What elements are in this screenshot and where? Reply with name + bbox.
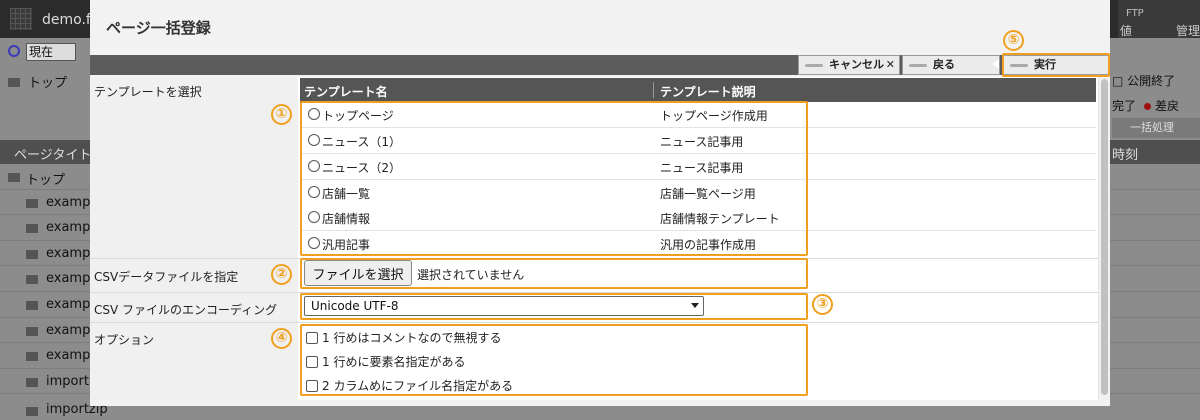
cancel-label: キャンセル [829,58,884,71]
ftp-area: FTP 値 管理 [1118,0,1200,38]
col-page-title[interactable]: ページタイト [14,144,91,163]
options-label: オプション [90,323,298,400]
annotation-number-2: ② [271,264,292,285]
list-item-label: exampl [46,271,94,287]
diff-label: 差戻 [1155,99,1180,113]
list-item-label: exampl [46,296,94,312]
back-button[interactable]: 戻る [902,55,1000,75]
folder-icon [26,352,38,362]
list-item-label: exampl [46,322,94,338]
list-item-label: exampl [46,348,94,364]
template-label: テンプレートを選択 [90,77,298,258]
dialog-title: ページ一括登録 [106,19,211,37]
annotation-number-5: ⑤ [1003,30,1024,51]
published-end-label: 公開終了 [1127,74,1176,88]
scrollbar-thumb[interactable] [1101,79,1108,395]
bulk-page-register-dialog: ページ一括登録 キャンセル ✕ 戻る 実行 テンプレートを選択 CSVデータファ… [90,0,1110,406]
list-item-label: import. [46,373,94,389]
encoding-label: CSV ファイルのエンコーディング [90,293,298,322]
annotation-frame-1 [300,101,808,256]
folder-icon [8,173,20,182]
folder-icon [26,326,38,336]
back-label: 戻る [933,58,955,71]
folder-icon [26,249,38,259]
app-logo-icon [10,8,32,30]
status-dot-icon [1144,103,1152,110]
back-arrow-icon [992,59,999,69]
folder-icon [26,407,38,416]
folder-icon [26,198,38,208]
button-handle-icon [805,64,823,67]
folder-icon [26,377,38,387]
list-item-label: exampl [46,220,94,236]
header-template-name: テンプレート名 [304,85,388,99]
annotation-number-4: ④ [271,328,292,349]
cancel-button[interactable]: キャンセル ✕ [798,55,900,75]
clock-icon [8,45,20,57]
close-icon: ✕ [885,58,895,71]
tree-top-label: トップ [28,76,68,91]
annotation-frame-5 [1002,53,1110,77]
list-item-label: exampl [46,245,94,261]
completed-label: 完了 [1112,99,1137,113]
annotation-number-3: ③ [812,294,833,315]
annotation-frame-3 [300,293,808,320]
folder-icon [26,275,38,285]
list-item-label: トップ [26,173,66,188]
site-name: demo.f [42,12,91,28]
published-end-filter[interactable]: □ 公開終了 [1112,72,1175,89]
status-legend: 完了 差戻 [1112,97,1179,114]
folder-icon [26,224,38,234]
header-divider [653,82,654,98]
tree-top-item[interactable]: トップ [8,72,67,91]
folder-icon [8,78,20,87]
bulk-process-button[interactable]: 一括処理 [1112,118,1200,138]
button-handle-icon [909,64,927,67]
folder-icon [26,300,38,310]
template-table-header: テンプレート名 テンプレート説明 [300,78,1096,102]
annotation-number-1: ① [271,104,292,125]
col-time[interactable]: 時刻 [1112,144,1138,163]
dialog-scrollbar[interactable] [1098,77,1110,400]
ftp-label[interactable]: FTP [1126,8,1144,19]
time-select[interactable]: 現在 [26,43,76,61]
annotation-frame-2 [300,258,808,289]
header-template-desc: テンプレート説明 [660,85,756,99]
list-item-label: exampl [46,194,94,210]
value-label: 値 [1120,24,1133,38]
annotation-frame-4 [300,324,808,396]
manage-label[interactable]: 管理 [1176,22,1200,39]
csv-label: CSVデータファイルを指定 [90,259,298,292]
